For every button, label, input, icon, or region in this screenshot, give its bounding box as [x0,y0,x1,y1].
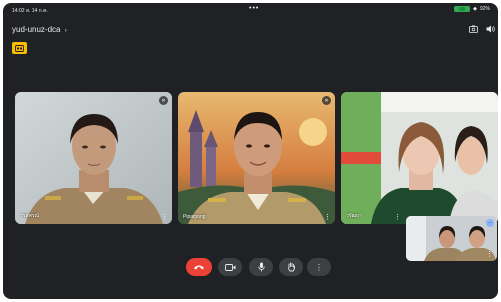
mic-icon [257,262,265,272]
end-call-button[interactable] [186,258,212,276]
battery-icon [454,6,471,12]
participant-tile[interactable]: วรัฒฤา ⋮ [341,92,498,224]
camera-icon [224,263,235,271]
participant-video [15,92,172,224]
mic-off-icon: ✕ [159,96,168,105]
participant-name: Pipatpong [183,214,206,220]
status-bar: 14:02 ส. 14 ก.ค. ••• ◆ 92% [3,3,498,17]
participant-name: วรัฒฤา [346,213,362,219]
status-right: ◆ 92% [454,6,490,12]
camera-button[interactable] [218,258,242,276]
meeting-code-button[interactable]: yud-unuz-dca › [12,25,67,34]
meeting-top-bar: yud-unuz-dca › [3,17,498,41]
more-vert-icon[interactable]: ⋮ [324,214,331,221]
chevron-right-icon: › [64,28,67,34]
info-badge-icon[interactable] [12,42,27,54]
more-vert-icon[interactable]: ⋮ [161,214,168,221]
participant-video [178,92,335,224]
participant-name: วรสุพรณ์ [20,213,40,219]
participant-video [341,92,498,224]
more-vert-icon: ⋮ [315,262,323,272]
self-view-more-icon[interactable]: ⋮ [486,251,493,258]
more-vert-icon[interactable]: ⋯ [486,219,494,227]
meet-call-screen: 14:02 ส. 14 ก.ค. ••• ◆ 92% yud-unuz-dca … [3,3,498,299]
speaker-icon[interactable] [486,25,495,35]
battery-percent: 92% [479,6,490,12]
meeting-code: yud-unuz-dca [12,25,61,34]
multitask-dots[interactable]: ••• [249,5,259,12]
more-options-button[interactable]: ⋮ [307,258,331,276]
self-view-video [406,216,497,261]
end-call-icon [194,265,204,270]
status-time: 14:02 ส. 14 ก.ค. [12,8,48,14]
camera-switch-icon[interactable] [469,25,478,35]
participant-tile[interactable]: ✕ Pipatpong ⋮ [178,92,335,224]
microphone-button[interactable] [249,258,273,276]
wifi-icon: ◆ [473,6,477,12]
participant-tile[interactable]: ✕ วรสุพรณ์ ⋮ [15,92,172,224]
raise-hand-button[interactable] [279,258,303,276]
raise-hand-icon [287,262,295,272]
mic-off-icon: ✕ [322,96,331,105]
self-view-tile[interactable]: ⋯ ⋮ [406,216,497,261]
call-controls: ⋮ [3,258,498,288]
more-vert-icon[interactable]: ⋮ [394,214,401,221]
